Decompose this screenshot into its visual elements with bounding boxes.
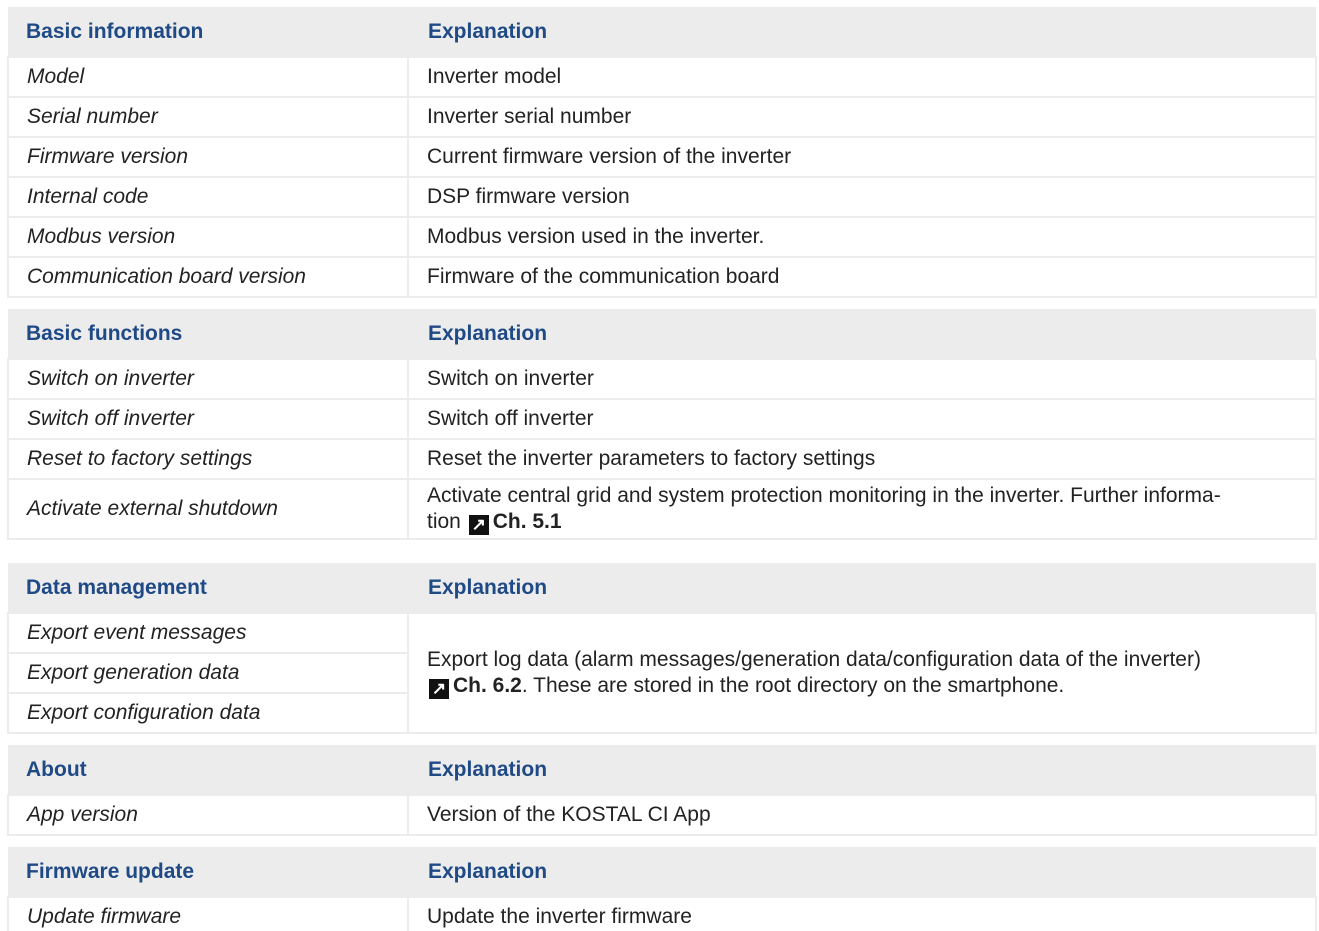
setting-explanation: Activate central grid and system protect… [407,478,1317,540]
setting-name: Export configuration data [7,692,409,734]
setting-explanation: Switch off inverter [407,398,1317,440]
table-header: Basic functions Explanation [8,309,1316,359]
setting-name: Communication board version [7,256,409,298]
table-header: Firmware update Explanation [8,847,1316,897]
basic-information-table: Basic information Explanation Model Inve… [7,7,1317,298]
table-header: About Explanation [8,745,1316,795]
chapter-reference[interactable]: Ch. 5.1 [493,510,562,533]
table-row: Activate external shutdown Activate cent… [7,478,1317,540]
table-row: App version Version of the KOSTAL CI App [7,794,1317,836]
table-row: Export event messages Export log data (a… [7,612,1317,734]
setting-explanation: Update the inverter firmware [407,896,1317,931]
explanation-text: tion [427,510,461,533]
arrow-up-right-icon: ↗ [468,515,489,535]
column-header: Explanation [408,7,1316,57]
table-row: Switch off inverter Switch off inverter [7,398,1317,440]
setting-name: Serial number [7,96,409,138]
data-management-table: Data management Explanation Export event… [7,563,1317,734]
table-row: Reset to factory settings Reset the inve… [7,438,1317,480]
column-header: Explanation [408,309,1316,359]
setting-name: Reset to factory settings [7,438,409,480]
explanation-text: . These are stored in the root directory… [521,674,1065,697]
setting-explanation: Reset the inverter parameters to factory… [407,438,1317,480]
table-header: Basic information Explanation [8,7,1316,57]
column-header: Basic functions [8,309,408,359]
setting-explanation: Switch on inverter [407,358,1317,400]
settings-reference-page: Basic information Explanation Model Inve… [0,0,1319,931]
column-header: Explanation [408,563,1316,613]
setting-name: Switch on inverter [7,358,409,400]
table-row: Model Inverter model [7,56,1317,98]
table-row: Serial number Inverter serial number [7,96,1317,138]
setting-name: Export generation data [7,652,409,694]
about-table: About Explanation App version Version of… [7,745,1317,836]
table-row: Internal code DSP firmware version [7,176,1317,218]
table-row: Communication board version Firmware of … [7,256,1317,298]
column-header: Firmware update [8,847,408,897]
explanation-text: Activate central grid and system protect… [427,484,1221,507]
firmware-update-table: Firmware update Explanation Update firmw… [7,847,1317,931]
table-row: Firmware version Current firmware versio… [7,136,1317,178]
column-header: Explanation [408,745,1316,795]
setting-name: Modbus version [7,216,409,258]
setting-name: Activate external shutdown [7,478,409,540]
table-header: Data management Explanation [8,563,1316,613]
setting-explanation: Version of the KOSTAL CI App [407,794,1317,836]
setting-explanation: DSP firmware version [407,176,1317,218]
setting-name: Firmware version [7,136,409,178]
setting-name: Model [7,56,409,98]
setting-name: App version [7,794,409,836]
column-header: Explanation [408,847,1316,897]
setting-explanation: Current firmware version of the inverter [407,136,1317,178]
column-header: Data management [8,563,408,613]
setting-explanation: Inverter serial number [407,96,1317,138]
table-row: Modbus version Modbus version used in th… [7,216,1317,258]
setting-explanation: Inverter model [407,56,1317,98]
setting-name: Internal code [7,176,409,218]
arrow-up-right-icon: ↗ [429,679,449,699]
column-header: About [8,745,408,795]
chapter-reference[interactable]: Ch. 6.2 [453,674,522,697]
table-row: Update firmware Update the inverter firm… [7,896,1317,931]
basic-functions-table: Basic functions Explanation Switch on in… [7,309,1317,540]
setting-name: Switch off inverter [7,398,409,440]
setting-name: Export event messages [7,612,409,654]
setting-name: Update firmware [7,896,409,931]
setting-explanation: Firmware of the communication board [407,256,1317,298]
explanation-text: Export log data (alarm messages/generati… [427,648,1201,671]
setting-explanation: Modbus version used in the inverter. [407,216,1317,258]
table-row: Switch on inverter Switch on inverter [7,358,1317,400]
column-header: Basic information [8,7,408,57]
setting-explanation: Export log data (alarm messages/generati… [407,612,1317,734]
